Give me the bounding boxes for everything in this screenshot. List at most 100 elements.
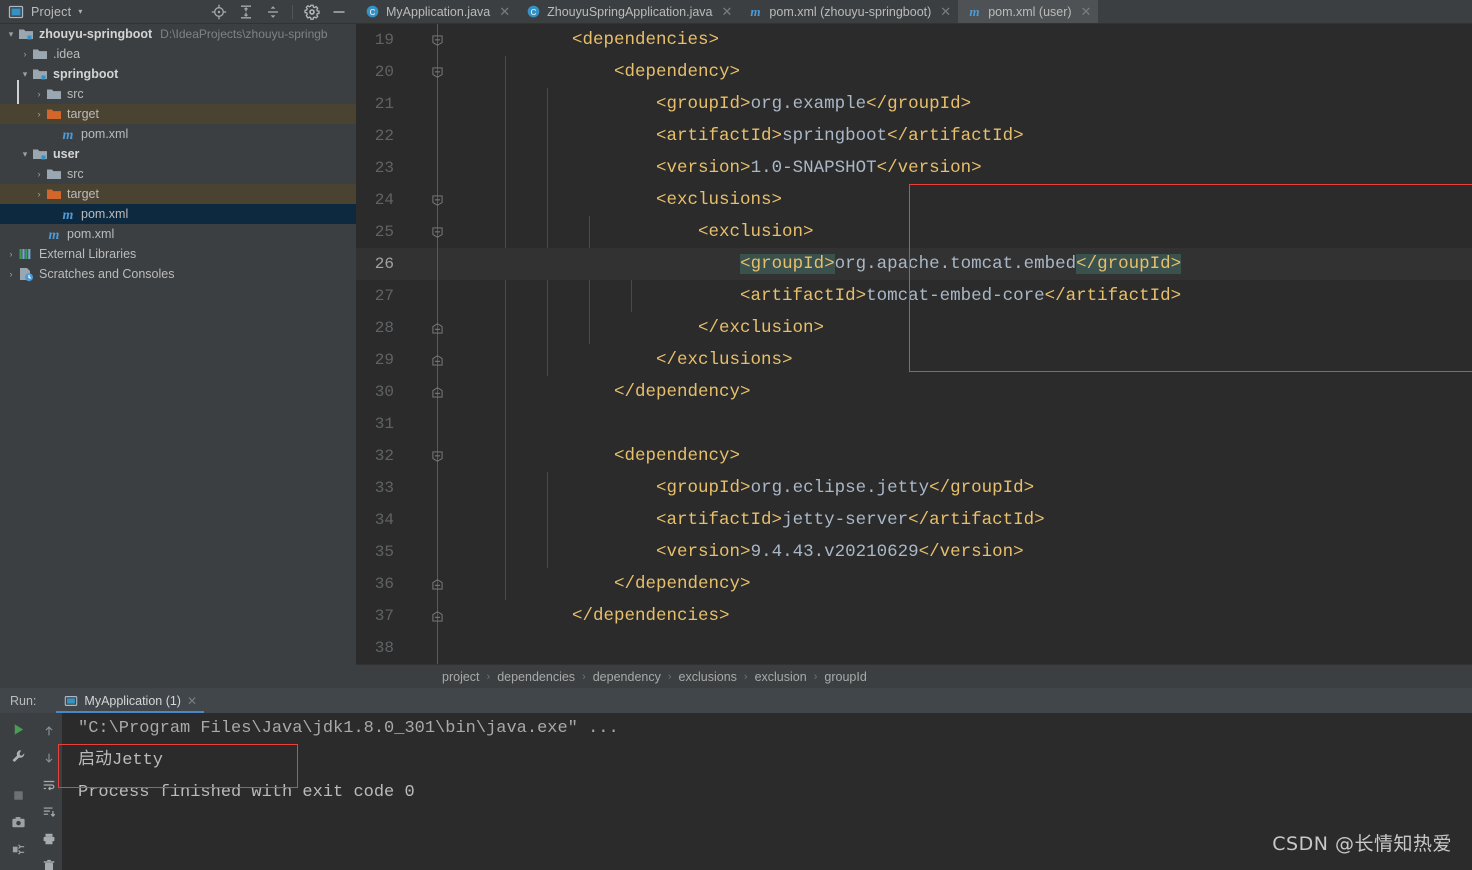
- line-number: 33: [374, 479, 394, 497]
- breadcrumb-item-groupId[interactable]: groupId: [824, 670, 866, 684]
- stop-icon[interactable]: [10, 788, 26, 803]
- run-tab-myapplication[interactable]: MyApplication (1) ✕: [56, 688, 205, 713]
- locate-icon[interactable]: [211, 4, 227, 20]
- fold-collapse-icon[interactable]: [428, 184, 446, 216]
- close-icon[interactable]: ✕: [499, 4, 510, 20]
- fold-expand-icon[interactable]: [428, 568, 446, 600]
- code-line-26[interactable]: 26 <groupId>org.apache.tomcat.embed</gro…: [356, 248, 1472, 280]
- console-output[interactable]: "C:\Program Files\Java\jdk1.8.0_301\bin\…: [62, 713, 1472, 870]
- breadcrumb-item-exclusions[interactable]: exclusions: [679, 670, 737, 684]
- chevron-down-icon[interactable]: ▾: [4, 24, 18, 44]
- breadcrumb-item-exclusion[interactable]: exclusion: [755, 670, 807, 684]
- code-line-34[interactable]: 34 <artifactId>jetty-server</artifactId>: [356, 504, 1472, 536]
- collapse-all-icon[interactable]: [265, 4, 281, 20]
- tree-row-path: D:\IdeaProjects\zhouyu-springb: [160, 27, 328, 41]
- fold-expand-icon[interactable]: [428, 600, 446, 632]
- code-line-30[interactable]: 30 </dependency>: [356, 376, 1472, 408]
- fold-collapse-icon[interactable]: [428, 56, 446, 88]
- editor-tab-pom-xml--user-[interactable]: m pom.xml (user) ✕: [958, 0, 1099, 23]
- editor-tab-zhouyuspringapplication-java[interactable]: C ZhouyuSpringApplication.java ✕: [517, 0, 739, 23]
- close-icon[interactable]: ✕: [940, 4, 951, 20]
- code-text: </exclusion>: [446, 318, 825, 338]
- print-icon[interactable]: [41, 832, 57, 846]
- editor-tab-pom-xml--zhouyu-springboot-[interactable]: m pom.xml (zhouyu-springboot) ✕: [739, 0, 958, 23]
- debug-thread-dump-icon[interactable]: [10, 842, 26, 857]
- tree-row-zhouyu-springboot[interactable]: ▾ zhouyu-springboot D:\IdeaProjects\zhouyu…: [0, 24, 356, 44]
- rerun-play-icon[interactable]: [10, 722, 26, 737]
- tree-row-scratches-and-consoles[interactable]: › Scratches and Consoles: [0, 264, 356, 284]
- chevron-down-icon[interactable]: ▾: [18, 144, 32, 164]
- chevron-right-icon[interactable]: ›: [4, 244, 18, 264]
- close-icon[interactable]: ✕: [722, 4, 733, 20]
- close-icon[interactable]: ✕: [187, 694, 197, 708]
- code-line-21[interactable]: 21 <groupId>org.example</groupId>: [356, 88, 1472, 120]
- console-line-1: 启动Jetty: [78, 751, 164, 770]
- code-line-23[interactable]: 23 <version>1.0-SNAPSHOT</version>: [356, 152, 1472, 184]
- chevron-down-icon[interactable]: ▾: [78, 7, 82, 16]
- fold-collapse-icon[interactable]: [428, 24, 446, 56]
- tree-row-pom-xml[interactable]: m pom.xml: [0, 124, 356, 144]
- indent-guide: [589, 280, 590, 312]
- code-line-33[interactable]: 33 <groupId>org.eclipse.jetty</groupId>: [356, 472, 1472, 504]
- code-line-29[interactable]: 29 </exclusions>: [356, 344, 1472, 376]
- code-editor[interactable]: 19 <dependencies> 20 <dependency> 21 <grou…: [356, 24, 1472, 664]
- fold-expand-icon[interactable]: [428, 312, 446, 344]
- chevron-right-icon[interactable]: ›: [32, 84, 46, 104]
- code-line-36[interactable]: 36 </dependency>: [356, 568, 1472, 600]
- chevron-right-icon[interactable]: ›: [32, 104, 46, 124]
- project-file-tree[interactable]: ▾ zhouyu-springboot D:\IdeaProjects\zhouyu…: [0, 24, 356, 670]
- expand-all-icon[interactable]: [238, 4, 254, 20]
- gear-icon[interactable]: [304, 4, 320, 20]
- code-line-25[interactable]: 25 <exclusion>: [356, 216, 1472, 248]
- code-line-38[interactable]: 38: [356, 632, 1472, 664]
- chevron-right-icon[interactable]: ›: [18, 44, 32, 64]
- editor-tab-myapplication-java[interactable]: C MyApplication.java ✕: [356, 0, 517, 23]
- tree-row-src[interactable]: › src: [0, 164, 356, 184]
- tree-row-target[interactable]: › target: [0, 184, 356, 204]
- breadcrumb-item-dependency[interactable]: dependency: [593, 670, 661, 684]
- tree-row-label: src: [67, 87, 84, 101]
- code-line-27[interactable]: 27 <artifactId>tomcat-embed-core</artifa…: [356, 280, 1472, 312]
- tree-row-pom-xml[interactable]: m pom.xml: [0, 204, 356, 224]
- fold-expand-icon[interactable]: [428, 376, 446, 408]
- chevron-right-icon[interactable]: ›: [32, 184, 46, 204]
- maven-icon: m: [46, 226, 62, 242]
- trash-icon[interactable]: [41, 859, 57, 870]
- breadcrumb: project › dependencies › dependency › exclusio…: [356, 664, 1472, 688]
- tree-row--idea[interactable]: › .idea: [0, 44, 356, 64]
- tree-row-pom-xml[interactable]: m pom.xml: [0, 224, 356, 244]
- code-line-20[interactable]: 20 <dependency>: [356, 56, 1472, 88]
- fold-collapse-icon[interactable]: [428, 216, 446, 248]
- scroll-to-end-icon[interactable]: [41, 805, 57, 819]
- tree-row-springboot[interactable]: ▾ springboot: [0, 64, 356, 84]
- arrow-up-icon[interactable]: [41, 724, 57, 738]
- soft-wrap-icon[interactable]: [41, 778, 57, 792]
- fold-expand-icon[interactable]: [428, 344, 446, 376]
- fold-collapse-icon[interactable]: [428, 440, 446, 472]
- camera-snapshot-icon[interactable]: [10, 815, 26, 830]
- tree-row-user[interactable]: ▾ user: [0, 144, 356, 164]
- tree-row-external-libraries[interactable]: › External Libraries: [0, 244, 356, 264]
- code-line-28[interactable]: 28 </exclusion>: [356, 312, 1472, 344]
- breadcrumb-item-project[interactable]: project: [442, 670, 480, 684]
- tree-row-target[interactable]: › target: [0, 104, 356, 124]
- code-line-24[interactable]: 24 <exclusions>: [356, 184, 1472, 216]
- chevron-right-icon[interactable]: ›: [4, 264, 18, 284]
- code-line-22[interactable]: 22 <artifactId>springboot</artifactId>: [356, 120, 1472, 152]
- chevron-down-icon[interactable]: ▾: [18, 64, 32, 84]
- code-text: <groupId>org.example</groupId>: [446, 94, 972, 114]
- code-line-37[interactable]: 37 </dependencies>: [356, 600, 1472, 632]
- wrench-settings-icon[interactable]: [10, 749, 26, 764]
- code-line-19[interactable]: 19 <dependencies>: [356, 24, 1472, 56]
- code-text: <exclusion>: [446, 222, 814, 242]
- chevron-right-icon[interactable]: ›: [32, 164, 46, 184]
- code-line-35[interactable]: 35 <version>9.4.43.v20210629</version>: [356, 536, 1472, 568]
- tree-row-src[interactable]: › src: [0, 84, 356, 104]
- code-line-32[interactable]: 32 <dependency>: [356, 440, 1472, 472]
- breadcrumb-item-dependencies[interactable]: dependencies: [497, 670, 575, 684]
- minimize-icon[interactable]: [331, 4, 347, 20]
- code-line-31[interactable]: 31: [356, 408, 1472, 440]
- close-icon[interactable]: ✕: [1081, 4, 1092, 20]
- arrow-down-icon[interactable]: [41, 751, 57, 765]
